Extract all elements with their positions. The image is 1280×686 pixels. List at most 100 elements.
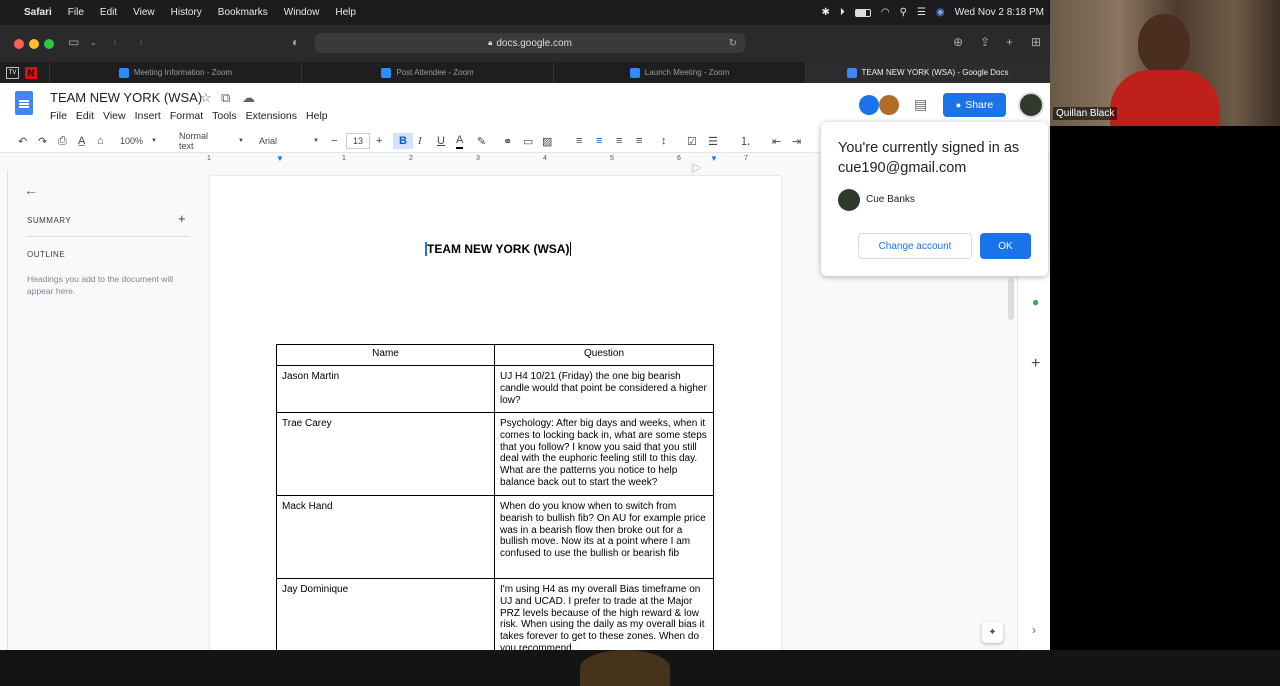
increase-font-size-button[interactable]: + bbox=[376, 133, 382, 149]
tab-overview-icon[interactable]: ⊞ bbox=[1031, 35, 1041, 49]
horizontal-ruler[interactable]: 1 ▼ 1 2 3 4 5 6 7 ▼ bbox=[200, 154, 800, 165]
play-icon[interactable]: ⏵ bbox=[840, 7, 845, 18]
minimize-window-button[interactable] bbox=[29, 39, 39, 49]
star-icon[interactable]: ☆ bbox=[200, 90, 212, 106]
docs-menu-help[interactable]: Help bbox=[306, 110, 328, 122]
questions-table[interactable]: Name Question Jason Martin UJ H4 10/21 (… bbox=[276, 344, 714, 650]
collaborator-avatar[interactable] bbox=[879, 95, 899, 115]
pinned-tab-netflix-icon[interactable]: N bbox=[25, 66, 37, 79]
docs-menu-extensions[interactable]: Extensions bbox=[246, 110, 297, 122]
document-title[interactable]: TEAM NEW YORK (WSA) bbox=[50, 90, 202, 105]
table-cell-name[interactable]: Jason Martin bbox=[276, 365, 495, 413]
table-cell-question[interactable]: Psychology: After big days and weeks, wh… bbox=[494, 412, 714, 496]
table-cell-name[interactable]: Trae Carey bbox=[276, 412, 495, 496]
numbered-list-icon[interactable]: ⒈ bbox=[740, 133, 751, 149]
sidebar-toggle-icon[interactable]: ▭ bbox=[68, 35, 79, 49]
table-cell-question[interactable]: UJ H4 10/21 (Friday) the one big bearish… bbox=[494, 365, 714, 413]
tab-launch-meeting[interactable]: Launch Meeting - Zoom bbox=[554, 62, 806, 83]
align-right-icon[interactable]: ≡ bbox=[616, 133, 622, 149]
back-icon[interactable]: ‹ bbox=[113, 35, 117, 49]
table-header-name[interactable]: Name bbox=[276, 344, 495, 366]
line-spacing-icon[interactable]: ↕ bbox=[661, 133, 667, 149]
style-select[interactable]: Normal text ▼ bbox=[179, 131, 244, 151]
table-cell-name[interactable]: Mack Hand bbox=[276, 495, 495, 579]
tab-meeting-information[interactable]: Meeting Information - Zoom bbox=[50, 62, 302, 83]
docs-menu-file[interactable]: File bbox=[50, 110, 67, 122]
font-size-input[interactable]: 13 bbox=[346, 133, 370, 149]
download-icon[interactable]: ⊕ bbox=[953, 35, 963, 49]
reload-icon[interactable]: ↻ bbox=[729, 38, 737, 49]
menu-help[interactable]: Help bbox=[335, 7, 356, 18]
arrow-back-icon[interactable]: ← bbox=[24, 182, 38, 198]
docs-menu-edit[interactable]: Edit bbox=[76, 110, 94, 122]
zoom-window-button[interactable] bbox=[44, 39, 54, 49]
bulleted-list-icon[interactable]: ☰ bbox=[708, 133, 718, 149]
account-avatar[interactable] bbox=[1018, 92, 1044, 118]
redo-icon[interactable]: ↷ bbox=[38, 133, 47, 149]
forward-icon[interactable]: › bbox=[139, 35, 143, 49]
table-cell-question[interactable]: When do you know when to switch from bea… bbox=[494, 495, 714, 579]
move-to-drive-icon[interactable]: ⧉ bbox=[221, 90, 230, 106]
wifi-icon[interactable]: ◠ bbox=[881, 7, 890, 18]
close-window-button[interactable] bbox=[14, 39, 24, 49]
chevron-down-icon[interactable]: ⌄ bbox=[90, 38, 97, 47]
document-page[interactable]: TEAM NEW YORK (WSA) Name Question Jason … bbox=[210, 176, 781, 650]
menu-file[interactable]: File bbox=[68, 7, 84, 18]
share-icon[interactable]: ⇪ bbox=[980, 35, 990, 49]
ok-button[interactable]: OK bbox=[980, 233, 1031, 259]
menu-view[interactable]: View bbox=[133, 7, 155, 18]
collaborator-avatar[interactable] bbox=[859, 95, 879, 115]
undo-icon[interactable]: ↶ bbox=[18, 133, 27, 149]
document-heading[interactable]: TEAM NEW YORK (WSA) bbox=[425, 242, 572, 256]
search-icon[interactable]: ⚲ bbox=[900, 7, 907, 18]
paint-format-icon[interactable]: ⌂ bbox=[97, 133, 104, 149]
new-tab-icon[interactable]: + bbox=[1006, 35, 1013, 49]
change-account-button[interactable]: Change account bbox=[858, 233, 972, 259]
menu-app-name[interactable]: Safari bbox=[24, 7, 52, 18]
explore-icon[interactable]: ✦ bbox=[982, 622, 1003, 643]
menu-window[interactable]: Window bbox=[284, 7, 320, 18]
indent-marker-icon[interactable]: ▼ bbox=[710, 154, 718, 163]
increase-indent-icon[interactable]: ⇥ bbox=[792, 133, 801, 149]
menu-edit[interactable]: Edit bbox=[100, 7, 117, 18]
print-icon[interactable]: ⎙ bbox=[58, 133, 67, 149]
checklist-icon[interactable]: ☑ bbox=[687, 133, 697, 149]
cloud-saved-icon[interactable]: ☁ bbox=[242, 90, 255, 106]
siri-icon[interactable]: ◉ bbox=[936, 7, 945, 18]
participant-video[interactable]: Quillan Black bbox=[1050, 0, 1280, 126]
comment-history-icon[interactable]: ▤ bbox=[914, 96, 927, 113]
add-comment-icon[interactable]: ▭ bbox=[523, 133, 533, 149]
maps-icon[interactable]: ● bbox=[1032, 295, 1039, 309]
show-side-panel-icon[interactable]: › bbox=[1032, 623, 1036, 637]
align-left-icon[interactable]: ≡ bbox=[576, 133, 582, 149]
get-addons-icon[interactable]: + bbox=[1031, 355, 1040, 373]
docs-menu-view[interactable]: View bbox=[103, 110, 126, 122]
control-center-icon[interactable]: ☰ bbox=[917, 7, 926, 18]
google-docs-logo-icon[interactable] bbox=[15, 91, 33, 115]
zoom-select[interactable]: 100% ▼ bbox=[120, 133, 165, 149]
address-bar[interactable]: 🔒︎ docs.google.com ↻ bbox=[315, 33, 745, 53]
bluetooth-icon[interactable]: ✱ bbox=[822, 7, 830, 18]
text-color-button[interactable]: A bbox=[456, 133, 464, 149]
vertical-scrollbar[interactable] bbox=[1008, 278, 1014, 320]
bold-button[interactable]: B bbox=[393, 133, 413, 149]
privacy-shield-icon[interactable]: ◐ bbox=[292, 35, 299, 49]
align-center-icon[interactable]: ≡ bbox=[596, 133, 602, 149]
table-cell-name[interactable]: Jay Dominique bbox=[276, 578, 495, 650]
add-summary-icon[interactable]: + bbox=[178, 211, 186, 226]
highlight-icon[interactable]: ✎ bbox=[477, 133, 486, 149]
docs-menu-insert[interactable]: Insert bbox=[135, 110, 161, 122]
table-cell-question[interactable]: I'm using H4 as my overall Bias timefram… bbox=[494, 578, 714, 650]
share-button[interactable]: ● Share bbox=[943, 93, 1006, 117]
decrease-indent-icon[interactable]: ⇤ bbox=[772, 133, 781, 149]
font-select[interactable]: Arial ▼ bbox=[259, 133, 322, 149]
indent-marker-icon[interactable]: ▼ bbox=[276, 154, 284, 163]
tab-post-attendee[interactable]: Post Attendee - Zoom bbox=[302, 62, 554, 83]
menu-bookmarks[interactable]: Bookmarks bbox=[218, 7, 268, 18]
pinned-tab-tradingview-icon[interactable]: TV bbox=[6, 66, 19, 79]
spellcheck-icon[interactable]: A̲ bbox=[78, 133, 85, 149]
justify-icon[interactable]: ≡ bbox=[636, 133, 642, 149]
menu-history[interactable]: History bbox=[171, 7, 202, 18]
docs-menu-tools[interactable]: Tools bbox=[212, 110, 237, 122]
link-icon[interactable]: ⚭ bbox=[503, 133, 512, 149]
